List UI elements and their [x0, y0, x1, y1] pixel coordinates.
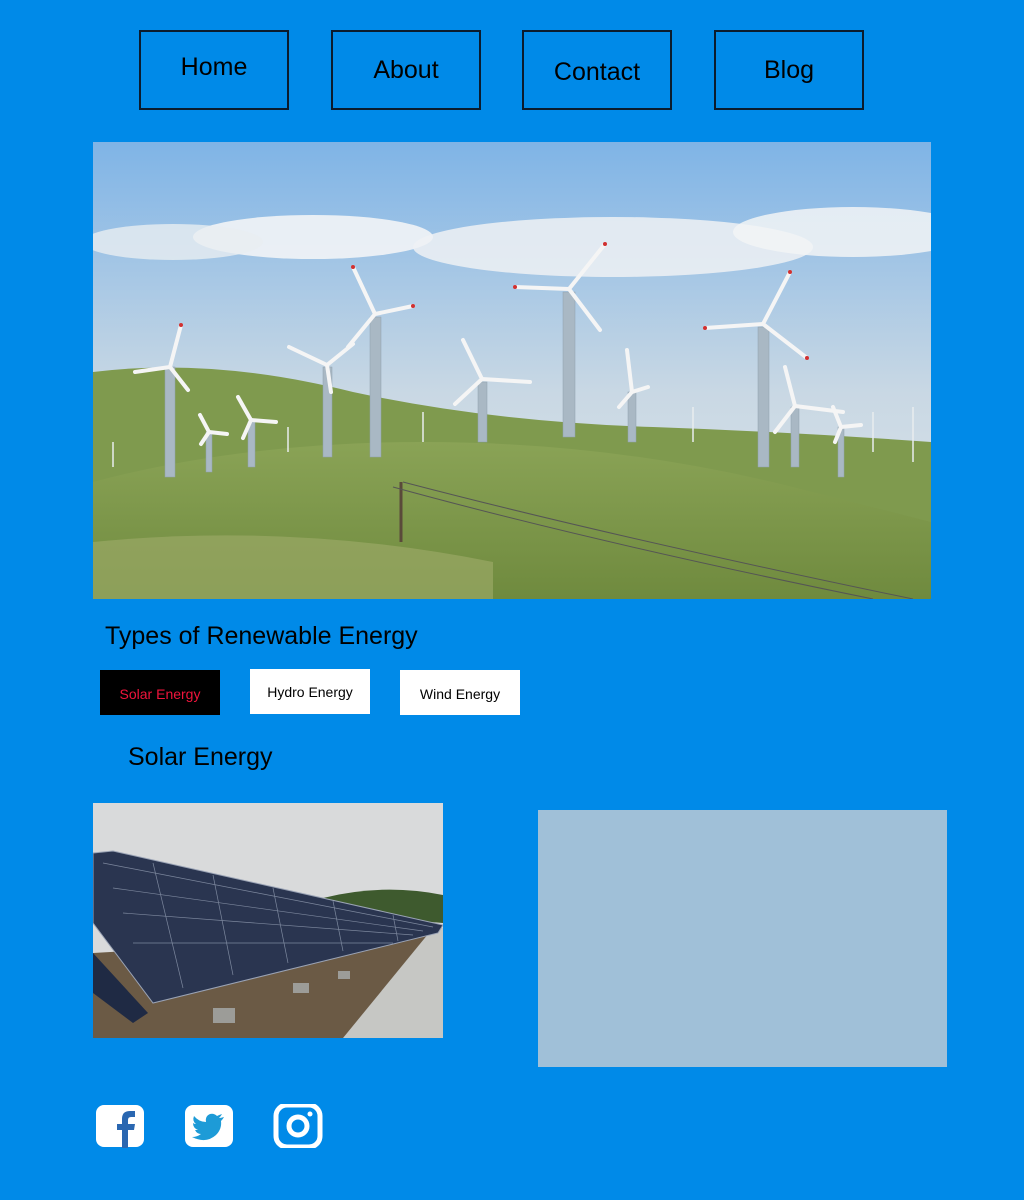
tab-wind-label: Wind Energy	[419, 686, 501, 702]
facebook-icon[interactable]	[95, 1104, 145, 1148]
nav-about-button[interactable]: About	[331, 30, 481, 110]
content-title: Solar Energy	[128, 743, 273, 771]
tab-hydro-label: Hydro Energy	[267, 683, 353, 700]
nav-blog-button[interactable]: Blog	[714, 30, 864, 110]
nav-blog-label: Blog	[763, 55, 815, 84]
tab-wind-energy[interactable]: Wind Energy	[400, 670, 520, 715]
twitter-icon[interactable]	[184, 1104, 234, 1148]
solar-panels-image	[93, 803, 443, 1038]
hero-wind-farm-image	[93, 142, 931, 599]
nav-about-label: About	[373, 55, 439, 84]
nav-home-label: Home	[180, 52, 248, 81]
section-title: Types of Renewable Energy	[105, 622, 418, 650]
tab-solar-energy[interactable]: Solar Energy	[100, 670, 220, 715]
nav-home-button[interactable]: Home	[139, 30, 289, 110]
nav-contact-button[interactable]: Contact	[522, 30, 672, 110]
info-panel	[538, 810, 947, 1067]
tab-hydro-energy[interactable]: Hydro Energy	[250, 669, 370, 714]
nav-contact-label: Contact	[553, 58, 641, 86]
tab-solar-label: Solar Energy	[119, 685, 201, 702]
instagram-icon[interactable]	[273, 1102, 323, 1150]
